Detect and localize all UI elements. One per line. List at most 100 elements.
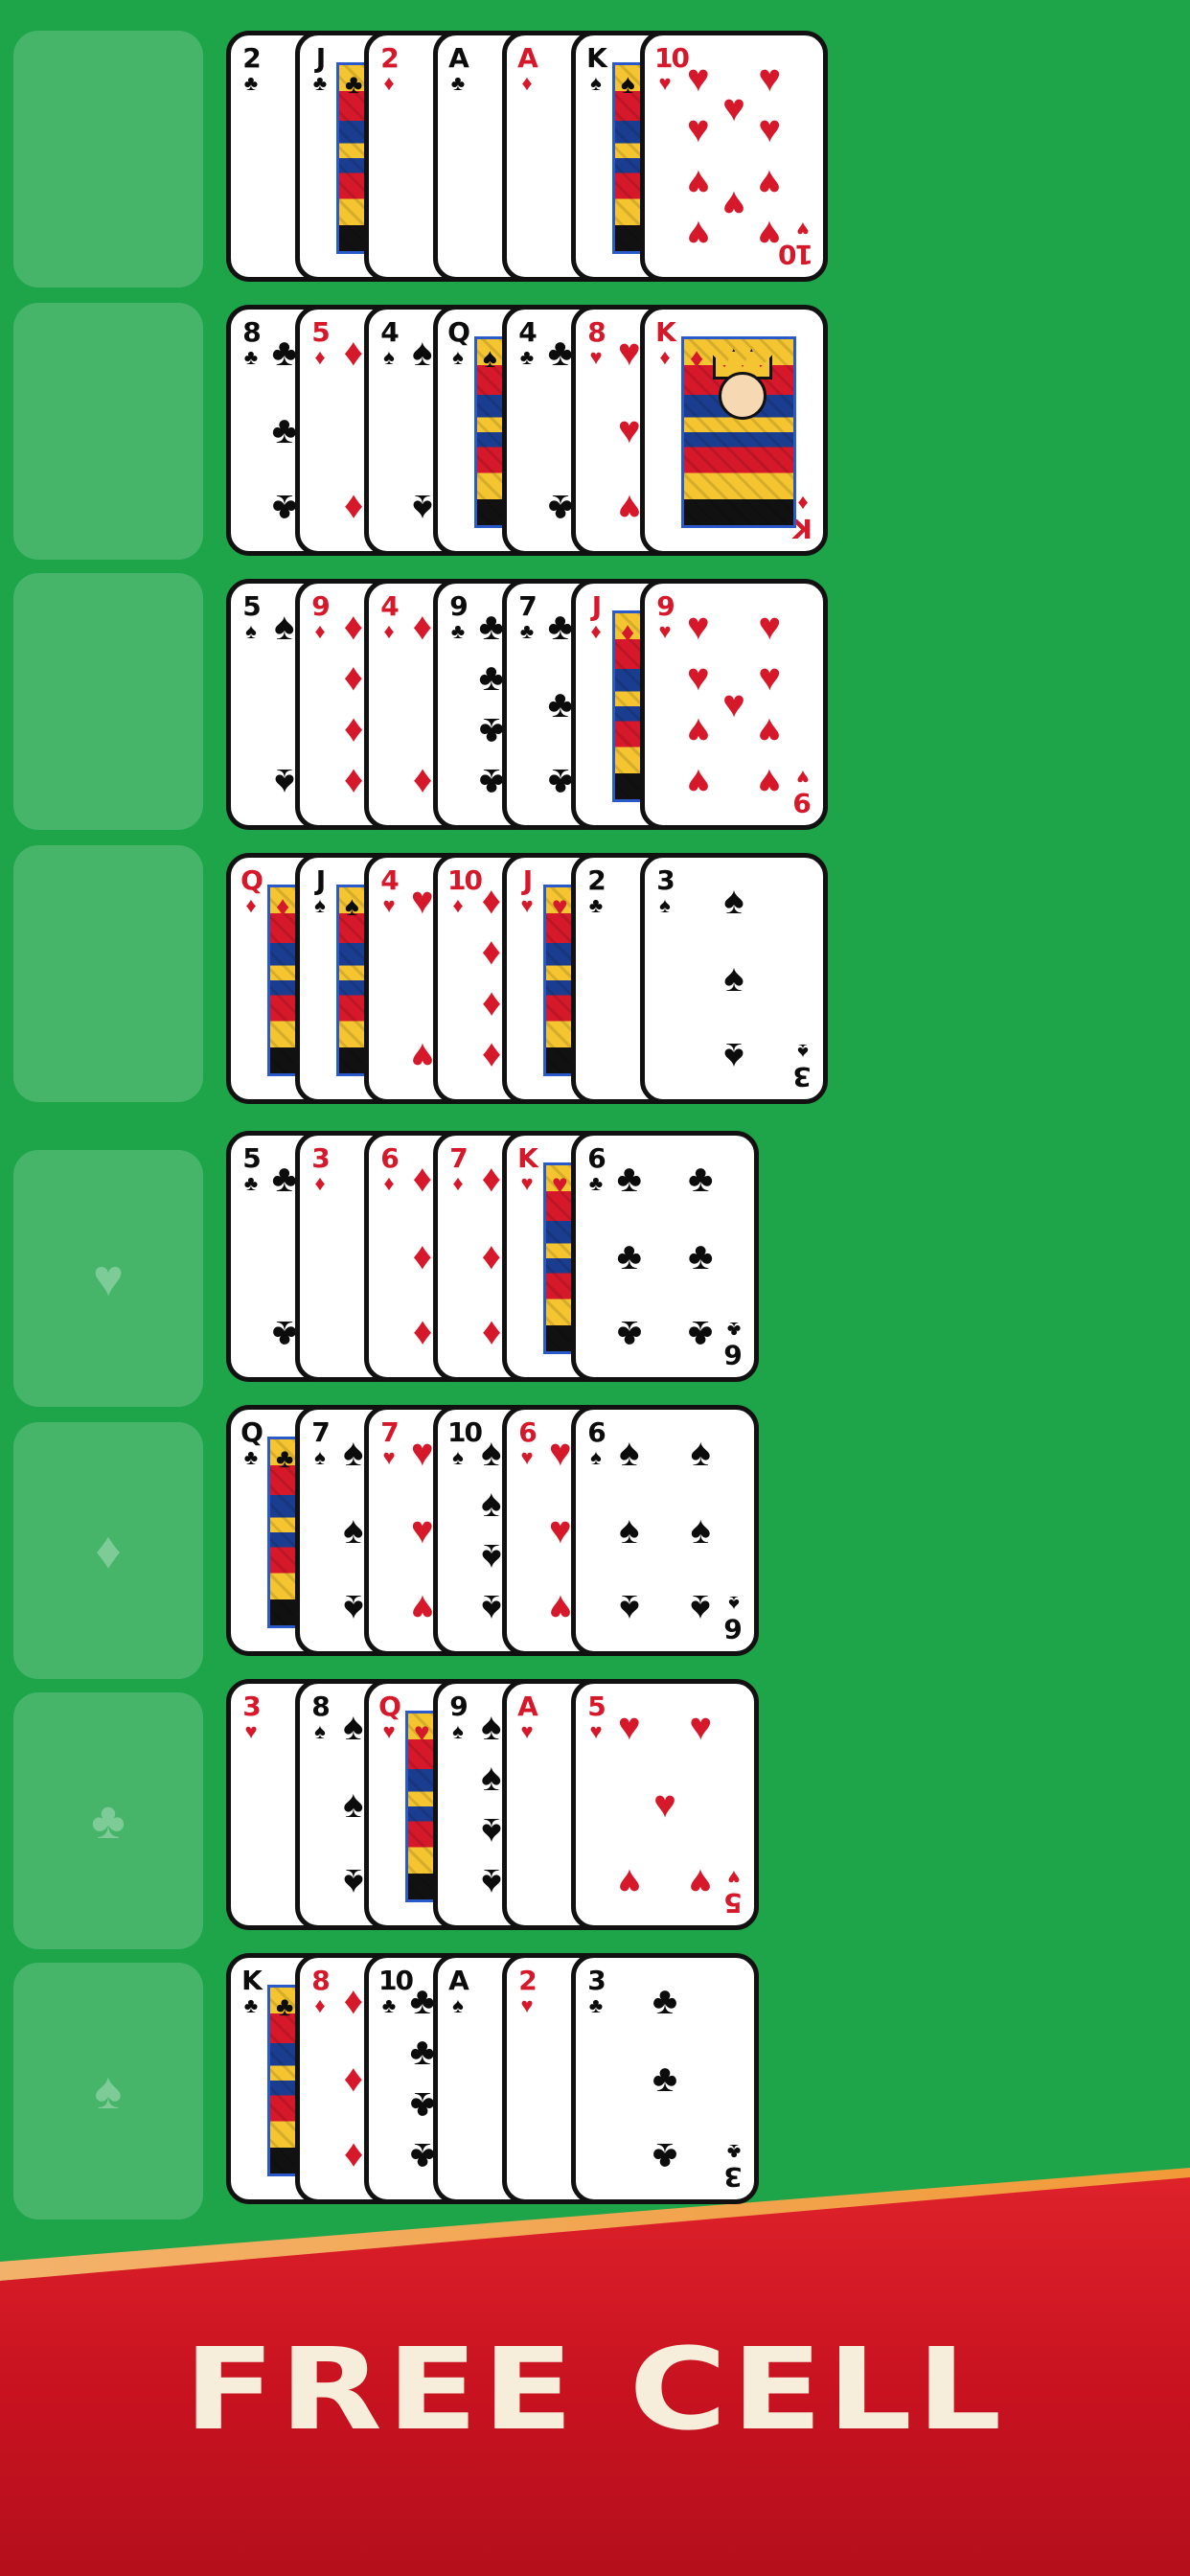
card-pip-icon: ♠ bbox=[274, 760, 295, 803]
card-corner-index: 7 ♥ bbox=[378, 1419, 400, 1468]
card-pip-icon: ♥ bbox=[686, 161, 710, 204]
card-suit-icon: ♥ bbox=[727, 1866, 741, 1890]
card-pip-icon: ♦ bbox=[481, 931, 502, 974]
card-pip-icon: ♥ bbox=[686, 760, 710, 803]
card-pip-icon: ♣ bbox=[616, 1312, 642, 1355]
card-suit-icon: ♥ bbox=[520, 1993, 534, 2017]
playing-card[interactable]: 10 ♥ 10 ♥ ♥ ♥ ♥ ♥ ♥ ♥ ♥ ♥ ♥ ♥ bbox=[640, 31, 828, 282]
card-pip-icon: ♠ bbox=[723, 880, 744, 923]
card-pip-icon: ♥ bbox=[758, 212, 782, 255]
card-suit-icon: ♣ bbox=[312, 71, 328, 95]
card-suit-icon: ♥ bbox=[552, 891, 568, 921]
free-cell-slot[interactable] bbox=[13, 303, 203, 560]
card-rank: Q bbox=[378, 1690, 401, 1722]
card-pip-icon: ♥ bbox=[617, 332, 641, 375]
foundation-slot[interactable]: ♠ bbox=[13, 1963, 203, 2220]
card-corner-index: 7 ♣ bbox=[516, 593, 538, 642]
card-rank: 9 bbox=[656, 590, 675, 622]
card-pip-icon: ♣ bbox=[271, 1312, 297, 1355]
card-suit-icon: ♠ bbox=[621, 69, 635, 99]
card-corner-index: 2 ♣ bbox=[585, 867, 606, 916]
card-suit-icon: ♦ bbox=[314, 619, 326, 643]
card-rank: 5 bbox=[311, 316, 330, 348]
card-corner-index: 3 ♥ bbox=[240, 1693, 262, 1742]
game-title: FREE CELL bbox=[183, 2323, 1007, 2455]
card-suit-icon: ♥ bbox=[520, 1719, 534, 1743]
card-corner-index: 3 ♠ bbox=[654, 867, 675, 916]
card-pip-icon: ♦ bbox=[343, 760, 364, 803]
card-pip-icon: ♠ bbox=[481, 1860, 502, 1903]
playing-card[interactable]: K ♦ K ♦ ♦ bbox=[640, 305, 828, 556]
playing-card[interactable]: 3 ♠ 3 ♠ ♠ ♠ ♠ bbox=[640, 853, 828, 1104]
card-pip-icon: ♦ bbox=[412, 1312, 433, 1355]
card-suit-icon: ♣ bbox=[588, 1993, 604, 2017]
card-rank: 2 bbox=[380, 42, 399, 74]
card-pip-icon: ♦ bbox=[481, 983, 502, 1026]
foundation-slot[interactable]: ♣ bbox=[13, 1692, 203, 1949]
card-corner-index: 6 ♣ bbox=[585, 1145, 606, 1194]
card-rank: 10 bbox=[378, 1965, 414, 1996]
playing-card[interactable]: 9 ♥ 9 ♥ ♥ ♥ ♥ ♥ ♥ ♥ ♥ ♥ ♥ bbox=[640, 579, 828, 830]
card-corner-index: J ♠ bbox=[309, 867, 331, 916]
free-cell-slot[interactable] bbox=[13, 573, 203, 830]
card-corner-index: 2 ♦ bbox=[378, 45, 400, 94]
card-suit-icon: ♣ bbox=[345, 69, 363, 99]
card-pip-icon: ♦ bbox=[481, 1312, 502, 1355]
card-rank: 3 bbox=[656, 864, 675, 896]
card-suit-icon: ♣ bbox=[450, 619, 466, 643]
card-rank: 3 bbox=[794, 1061, 812, 1092]
card-pip-icon: ♥ bbox=[758, 58, 782, 101]
card-suit-icon: ♣ bbox=[450, 71, 466, 95]
card-suit-icon: ♠ bbox=[483, 343, 497, 373]
playing-card[interactable]: 3 ♣ 3 ♣ ♣ ♣ ♣ bbox=[571, 1953, 759, 2204]
card-pip-icon: ♦ bbox=[343, 606, 364, 649]
playing-card[interactable]: 6 ♠ 6 ♠ ♠ ♠ ♠ ♠ ♠ ♠ bbox=[571, 1405, 759, 1656]
card-rank: 6 bbox=[587, 1142, 606, 1174]
card-pip-icon: ♦ bbox=[481, 1235, 502, 1277]
card-suit-icon: ♥ bbox=[796, 218, 810, 242]
card-rank: 6 bbox=[725, 1613, 743, 1644]
foundation-slot[interactable]: ♥ bbox=[13, 1150, 203, 1407]
card-pip-icon: ♠ bbox=[481, 1809, 502, 1852]
card-suit-icon: ♠ bbox=[245, 619, 257, 643]
card-pip-icon: ♥ bbox=[410, 880, 434, 923]
card-pip-icon: ♣ bbox=[478, 760, 504, 803]
playing-card[interactable]: 5 ♥ 5 ♥ ♥ ♥ ♥ ♥ ♥ bbox=[571, 1679, 759, 1930]
card-suit-icon: ♦ bbox=[314, 345, 326, 369]
card-corner-index: 8 ♦ bbox=[309, 1967, 331, 2016]
free-cell-slot[interactable] bbox=[13, 845, 203, 1102]
card-corner-index: J ♥ bbox=[516, 867, 538, 916]
card-pip-icon: ♦ bbox=[343, 709, 364, 752]
card-rank: 9 bbox=[449, 590, 468, 622]
card-pip-icon: ♣ bbox=[547, 486, 573, 529]
card-rank: 9 bbox=[449, 1690, 468, 1722]
card-suit-icon: ♥ bbox=[589, 1719, 603, 1743]
card-pip-icon: ♣ bbox=[478, 656, 504, 700]
card-rank: K bbox=[241, 1965, 263, 1996]
playing-card[interactable]: 6 ♣ 6 ♣ ♣ ♣ ♣ ♣ ♣ ♣ bbox=[571, 1131, 759, 1382]
card-rank: 3 bbox=[242, 1690, 261, 1722]
card-corner-index-bottom: 3 ♠ bbox=[792, 1040, 813, 1092]
free-cell-slot[interactable] bbox=[13, 31, 203, 288]
card-rank: J bbox=[315, 42, 326, 74]
card-corner-index: 4 ♠ bbox=[378, 319, 400, 368]
card-pip-icon: ♣ bbox=[409, 2134, 435, 2177]
card-suit-icon: ♣ bbox=[519, 619, 535, 643]
card-pip-icon: ♥ bbox=[617, 1860, 641, 1903]
card-pip-icon: ♣ bbox=[271, 332, 297, 375]
card-rank: 2 bbox=[242, 42, 261, 74]
card-pip-icon: ♠ bbox=[481, 1706, 502, 1749]
card-corner-index: 8 ♥ bbox=[585, 319, 606, 368]
card-suit-icon: ♣ bbox=[276, 1991, 294, 2021]
card-suit-icon: ♠ bbox=[452, 1719, 464, 1743]
card-suit-icon: ♠ bbox=[383, 345, 395, 369]
card-corner-index: 6 ♦ bbox=[378, 1145, 400, 1194]
card-rank: A bbox=[448, 42, 469, 74]
card-suit-icon: ♣ bbox=[588, 893, 604, 917]
card-rank: 3 bbox=[311, 1142, 330, 1174]
card-pip-icon: ♠ bbox=[690, 1432, 711, 1475]
card-pip-icon: ♣ bbox=[271, 486, 297, 529]
foundation-slot[interactable]: ♦ bbox=[13, 1422, 203, 1679]
card-suit-icon: ♣ bbox=[519, 345, 535, 369]
card-rank: 9 bbox=[794, 787, 812, 818]
